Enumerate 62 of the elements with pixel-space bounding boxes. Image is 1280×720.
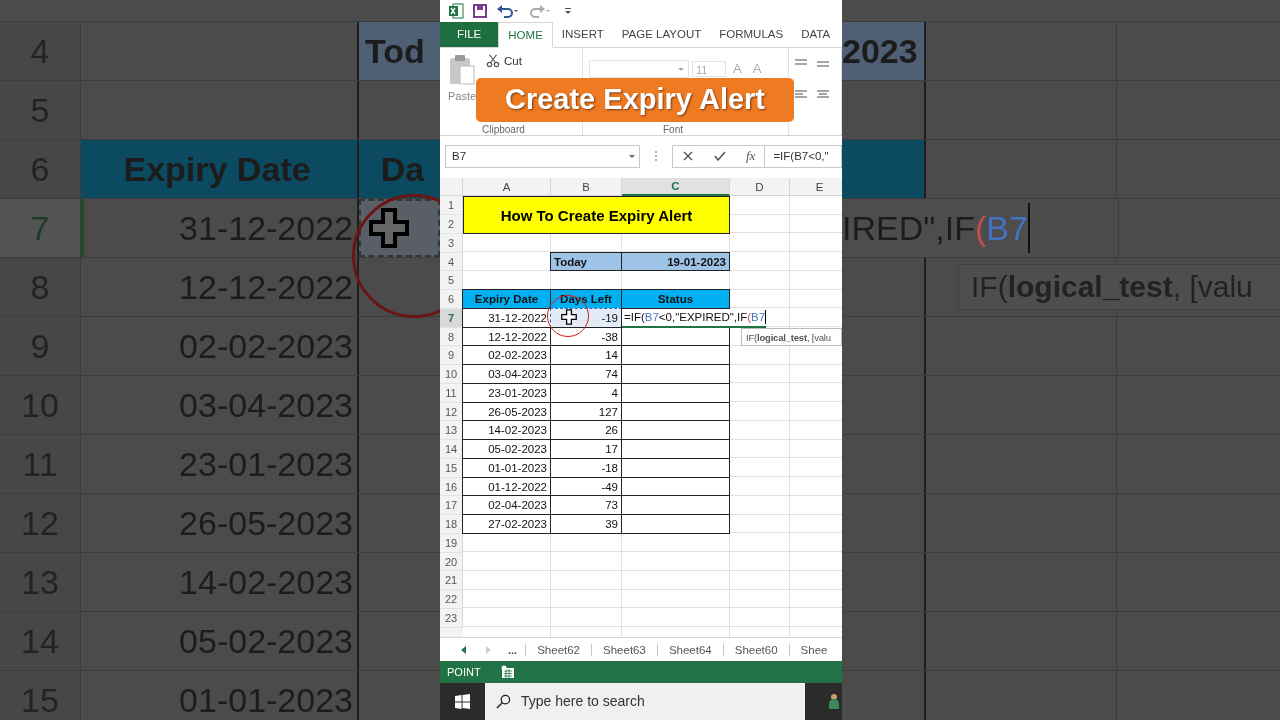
ribbon-tab[interactable]: INSERT bbox=[552, 21, 613, 47]
ribbon-tab[interactable]: PAGE LAYOUT bbox=[612, 21, 711, 47]
status-mode: POINT bbox=[447, 666, 481, 679]
dropdown-arrow-icon[interactable] bbox=[628, 152, 636, 161]
insert-function-button[interactable]: fx bbox=[746, 148, 756, 165]
table-cell: How To Create Expiry Alert bbox=[463, 196, 730, 234]
ribbon-tab[interactable]: FORMULAS bbox=[710, 21, 793, 47]
person-icon[interactable] bbox=[829, 693, 839, 710]
cut-button[interactable]: Cut bbox=[504, 54, 522, 67]
title-banner: Create Expiry Alert bbox=[476, 77, 794, 122]
excel-icon[interactable] bbox=[448, 2, 464, 19]
sheet-tab[interactable]: Sheet62 bbox=[525, 643, 592, 656]
column-header[interactable]: C bbox=[622, 178, 730, 197]
table-cell: 03-04-2023 bbox=[462, 364, 551, 384]
table-cell: Status bbox=[621, 289, 730, 309]
search-field[interactable]: Type here to search bbox=[485, 683, 805, 720]
paste-button[interactable]: Paste bbox=[448, 89, 477, 102]
table-cell: 05-02-2023 bbox=[462, 439, 551, 459]
column-header[interactable]: E bbox=[790, 178, 842, 197]
row-header[interactable]: 5 bbox=[440, 271, 463, 291]
cursor-icon bbox=[561, 309, 577, 326]
table-cell: Expiry Date bbox=[462, 289, 551, 309]
table-cell: 19-01-2023 bbox=[621, 251, 730, 272]
scissors-icon bbox=[486, 53, 500, 68]
grip-icon bbox=[654, 150, 658, 163]
name-box[interactable]: B7 bbox=[445, 144, 640, 168]
cancel-icon[interactable] bbox=[682, 150, 694, 163]
macro-record-icon[interactable] bbox=[500, 665, 515, 680]
ribbon-tab[interactable]: FILE bbox=[440, 21, 499, 47]
column-header[interactable]: A bbox=[463, 178, 551, 197]
table-cell: Expiry Date bbox=[81, 140, 359, 198]
save-icon[interactable] bbox=[472, 2, 488, 19]
sheet-tab[interactable]: Sheet63 bbox=[591, 643, 657, 656]
align-left-icon[interactable] bbox=[793, 87, 809, 100]
search-icon bbox=[496, 694, 511, 709]
table-cell: Da bbox=[359, 140, 440, 198]
table-cell: 27-02-2023 bbox=[462, 514, 551, 534]
column-header[interactable]: D bbox=[730, 178, 790, 197]
group-label: Clipboard bbox=[482, 123, 525, 135]
undo-icon[interactable] bbox=[496, 2, 520, 19]
row-header[interactable]: 22 bbox=[440, 590, 463, 609]
function-tooltip: IF(logical_test, [valu bbox=[741, 328, 842, 347]
sheet-tab[interactable]: Shee bbox=[788, 643, 839, 656]
checkmark-icon[interactable] bbox=[714, 150, 726, 163]
table-cell: Tod bbox=[359, 22, 440, 80]
ribbon-tab[interactable]: DATA bbox=[792, 21, 840, 47]
cursor-icon bbox=[369, 208, 409, 248]
ribbon-tab[interactable]: HOME bbox=[498, 21, 553, 48]
clipboard-icon[interactable] bbox=[448, 53, 477, 86]
sheet-tab[interactable]: Sheet64 bbox=[656, 643, 723, 656]
table-cell: Today bbox=[550, 251, 622, 272]
table-cell: 2023 bbox=[842, 22, 926, 80]
row-header[interactable]: 2 bbox=[440, 215, 463, 234]
group-label: Font bbox=[663, 123, 683, 135]
row-header[interactable]: 21 bbox=[440, 571, 463, 591]
formula-entry[interactable]: =IF(B7<0,"EXPIRED",IF(B7 bbox=[622, 308, 767, 328]
column-header[interactable]: B bbox=[551, 178, 622, 197]
windows-start-icon[interactable] bbox=[455, 694, 470, 709]
sheet-tab[interactable]: Sheet60 bbox=[722, 643, 789, 656]
more-sheets-button[interactable]: ... bbox=[508, 643, 518, 656]
row-header[interactable]: 1 bbox=[440, 196, 463, 216]
previous-sheet-icon[interactable] bbox=[460, 644, 468, 655]
